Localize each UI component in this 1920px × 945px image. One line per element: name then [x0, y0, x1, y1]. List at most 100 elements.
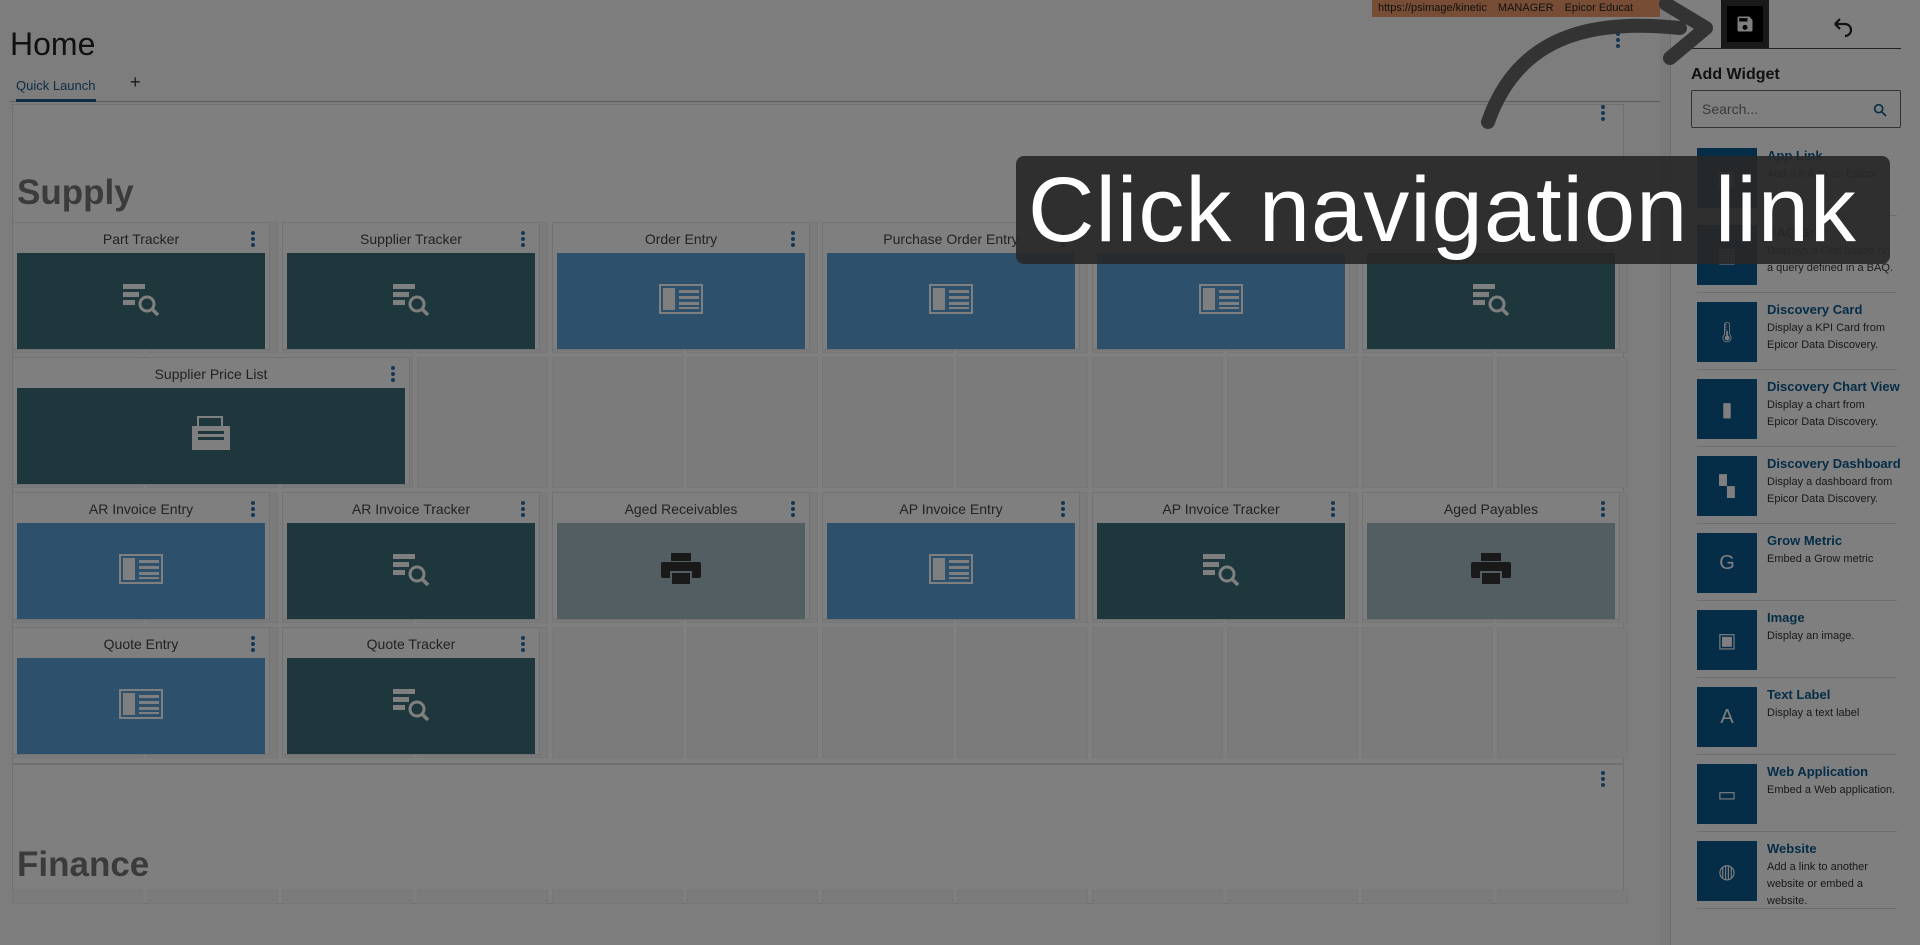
tile-launch-area[interactable] — [17, 658, 265, 754]
launch-tile[interactable]: Aged Receivables — [552, 492, 810, 620]
launch-tile[interactable]: Quote Entry — [12, 627, 270, 755]
launch-tile[interactable]: Aged Payables — [1362, 492, 1620, 620]
launch-tile[interactable]: AP Invoice Entry — [822, 492, 1080, 620]
tile-menu-icon[interactable] — [1331, 501, 1335, 517]
panel-title-finance: Finance — [17, 845, 150, 884]
page-menu-icon[interactable] — [1616, 32, 1620, 48]
widget-name: Grow Metric — [1767, 533, 1843, 548]
widget-item[interactable]: ▚ Discovery Dashboard Display a dashboard … — [1697, 450, 1901, 524]
empty-grid-cell — [1092, 357, 1223, 488]
tile-title: Supplier Price List — [154, 366, 268, 382]
add-tab-button[interactable]: + — [130, 72, 141, 93]
env-company: Epicor Educat — [1564, 2, 1634, 14]
widget-description: Add a link to another website or embed a… — [1767, 861, 1868, 907]
empty-grid-cell — [957, 890, 1088, 904]
undo-icon[interactable] — [1831, 14, 1855, 38]
tile-title: Order Entry — [644, 231, 718, 247]
tile-launch-area[interactable] — [17, 523, 265, 619]
tile-launch-area[interactable] — [827, 253, 1075, 349]
launch-tile[interactable]: AR Invoice Tracker — [282, 492, 540, 620]
entry-form-icon — [659, 283, 703, 319]
empty-grid-cell — [12, 890, 143, 904]
widget-description: Display a KPI Card from Epicor Data Disc… — [1767, 322, 1885, 351]
tile-menu-icon[interactable] — [251, 501, 255, 517]
widget-item[interactable]: ▮ Discovery Chart View Display a chart fro… — [1697, 373, 1900, 447]
empty-grid-cell — [1362, 357, 1493, 488]
tile-launch-area[interactable] — [1097, 253, 1345, 349]
empty-grid-cell — [282, 890, 413, 904]
tile-menu-icon[interactable] — [521, 501, 525, 517]
widget-name: Discovery Dashboard — [1767, 456, 1901, 471]
launch-tile[interactable]: AP Invoice Tracker — [1092, 492, 1350, 620]
tile-title: AP Invoice Tracker — [1162, 501, 1280, 517]
empty-grid-cell — [687, 890, 818, 904]
page-title: Home — [10, 26, 96, 62]
tile-launch-area[interactable] — [287, 253, 535, 349]
launch-tile[interactable]: Quote Tracker — [282, 627, 540, 755]
empty-grid-cell — [1092, 890, 1223, 904]
widget-search-field[interactable] — [1691, 90, 1901, 128]
tab-bar: Quick Launch + — [10, 72, 1660, 102]
widget-name: Discovery Card — [1767, 302, 1863, 317]
empty-grid-cell — [1227, 890, 1358, 904]
widget-side-panel: Add Widget ▦App LinkAdd a link to an Epi… — [1670, 0, 1920, 945]
tile-launch-area[interactable] — [827, 523, 1075, 619]
save-button[interactable] — [1721, 0, 1769, 48]
launch-tile[interactable]: Supplier Tracker — [282, 222, 540, 350]
launch-tile[interactable]: Part Tracker — [12, 222, 270, 350]
empty-grid-cell — [957, 627, 1088, 758]
tile-menu-icon[interactable] — [251, 231, 255, 247]
tile-menu-icon[interactable] — [1601, 501, 1605, 517]
widget-search-input[interactable] — [1702, 101, 1862, 117]
tile-title: Part Tracker — [102, 231, 180, 247]
launch-tile[interactable]: Supplier Price List — [12, 357, 410, 485]
widget-name: Image — [1767, 610, 1805, 625]
widget-item[interactable]: A Text Label Display a text label — [1697, 681, 1897, 755]
tile-menu-icon[interactable] — [791, 231, 795, 247]
tile-menu-icon[interactable] — [251, 636, 255, 652]
tile-menu-icon[interactable] — [521, 231, 525, 247]
empty-grid-cell — [417, 890, 548, 904]
tile-menu-icon[interactable] — [1061, 501, 1065, 517]
tile-menu-icon[interactable] — [391, 366, 395, 382]
entry-form-icon — [929, 283, 973, 319]
tile-launch-area[interactable] — [557, 523, 805, 619]
widget-item[interactable]: 🌡 Discovery Card Display a KPI Card from E… — [1697, 296, 1897, 370]
tile-launch-area[interactable] — [1367, 523, 1615, 619]
widget-item[interactable]: G Grow Metric Embed a Grow metric — [1697, 527, 1897, 601]
launch-tile[interactable]: Order Entry — [552, 222, 810, 350]
tile-launch-area[interactable] — [557, 253, 805, 349]
tile-launch-area[interactable] — [287, 523, 535, 619]
widget-description: Embed a Grow metric — [1767, 553, 1874, 565]
tile-menu-icon[interactable] — [791, 501, 795, 517]
panel-menu-icon[interactable] — [1601, 771, 1605, 787]
widget-item[interactable]: ▭ Web Application Embed a Web application. — [1697, 758, 1897, 832]
tracker-icon — [1471, 282, 1511, 321]
tile-menu-icon[interactable] — [521, 636, 525, 652]
search-icon[interactable] — [1872, 102, 1888, 118]
panel-title-supply: Supply — [17, 173, 134, 212]
tile-launch-area[interactable] — [17, 388, 405, 484]
empty-grid-cell — [1362, 627, 1493, 758]
bar-chart-icon: ▮ — [1697, 379, 1757, 439]
tile-launch-area[interactable] — [1367, 253, 1615, 349]
empty-grid-cell — [822, 890, 953, 904]
entry-form-icon — [119, 553, 163, 589]
tile-title: AR Invoice Entry — [88, 501, 194, 517]
tile-launch-area[interactable] — [1097, 523, 1345, 619]
tracker-icon — [391, 552, 431, 591]
tracker-icon — [121, 282, 161, 321]
tile-launch-area[interactable] — [17, 253, 265, 349]
panel-menu-icon[interactable] — [1601, 105, 1605, 121]
tile-title: Supplier Tracker — [360, 231, 462, 247]
tab-quick-launch[interactable]: Quick Launch — [16, 78, 96, 102]
launch-tile[interactable]: AR Invoice Entry — [12, 492, 270, 620]
widget-item[interactable]: ▣ Image Display an image. — [1697, 604, 1897, 678]
tracker-icon — [391, 282, 431, 321]
main-area: https://psimage/kinetic MANAGER Epicor E… — [0, 0, 1660, 945]
widget-item[interactable]: ◍ Website Add a link to another website or… — [1697, 835, 1897, 909]
side-divider — [1691, 48, 1901, 49]
tile-title: Aged Receivables — [624, 501, 738, 517]
tile-title: Aged Payables — [1443, 501, 1539, 517]
tile-launch-area[interactable] — [287, 658, 535, 754]
